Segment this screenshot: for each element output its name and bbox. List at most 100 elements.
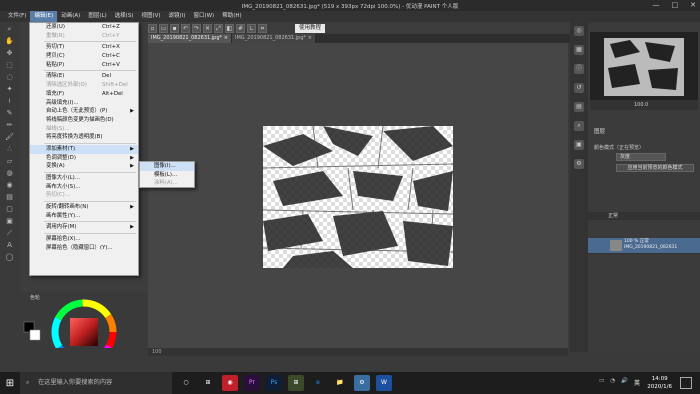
task-view-icon[interactable]: ⊞ [200,375,216,391]
edit-menu-item[interactable]: 画布大小(S)... [30,183,138,192]
apply-preview-button[interactable]: 应用当前预览的颜色模式 [616,164,694,172]
clear-icon[interactable]: ✕ [203,23,212,33]
blend-mode-select[interactable]: 灰度 [616,153,666,161]
edit-menu-item[interactable]: 拷贝(C) Ctrl+C [30,52,138,61]
close-button[interactable]: ✕ [690,1,696,9]
folder-icon[interactable]: 📁 [332,375,348,391]
search-layer-icon[interactable]: ⌕ [574,121,584,131]
wand-tool-icon[interactable]: ✦ [5,85,14,94]
lasso-tool-icon[interactable]: ◌ [5,73,14,82]
pencil-tool-icon[interactable]: ✏ [5,121,14,130]
airbrush-tool-icon[interactable]: ∴ [5,145,14,154]
eraser-tool-icon[interactable]: ▱ [5,157,14,166]
balloon-tool-icon[interactable]: ◯ [5,253,14,262]
edit-menu-item[interactable]: 调用内存(M) ▶ [30,223,138,232]
brush-tool-icon[interactable]: 🖌 [5,133,14,142]
close-icon[interactable]: × [308,34,312,43]
edit-menu-item[interactable]: 高级填充(I)... [30,99,138,108]
ruler-icon[interactable]: ∟ [247,23,256,33]
open-file-icon[interactable]: ▭ [159,23,168,33]
edit-menu-item[interactable]: 将亮度转换为透明度(B) [30,133,138,142]
edit-menu-item[interactable]: 画布属性(Y)... [30,212,138,221]
tab-document-1[interactable]: IMG_20190821_082631.jpg* × [148,34,232,43]
menu-layer[interactable]: 图层(L) [84,11,110,22]
navigator-zoom-bar[interactable]: 100.0 [590,100,698,110]
menu-window[interactable]: 窗口(W) [189,11,218,22]
eyedropper-tool-icon[interactable]: ⍿ [5,97,14,106]
submenu-item-template[interactable]: 模板(L)... [140,171,194,180]
edit-menu-item[interactable]: 屏幕拾色(X)... [30,235,138,244]
menu-filter[interactable]: 滤镜(I) [165,11,190,22]
grid-icon[interactable]: # [236,23,245,33]
menu-select[interactable]: 选择(S) [111,11,138,22]
edit-menu-item[interactable]: 剪切(T) Ctrl+X [30,43,138,52]
new-file-icon[interactable]: ▫ [148,23,157,33]
layers-icon[interactable]: ▣ [574,140,584,150]
gear-icon[interactable]: ⚙ [574,159,584,169]
paint-app-icon[interactable]: ⚙ [354,375,370,391]
edit-menu-item[interactable]: 图像大小(L)... [30,174,138,183]
canvas-image[interactable] [263,126,453,268]
select-tool-icon[interactable]: ⬚ [5,61,14,70]
minimize-button[interactable]: — [653,1,660,9]
battery-icon[interactable]: ▭ [599,378,604,384]
menu-file[interactable]: 文件(F) [4,11,30,22]
save-icon[interactable]: ▪ [170,23,179,33]
edit-menu-item[interactable]: 变换(A) ▶ [30,162,138,171]
fill-tool-icon[interactable]: ◉ [5,181,14,190]
snap-icon[interactable]: ⌗ [258,23,267,33]
windows-start-icon[interactable]: ⊞ [0,372,20,394]
navigator-preview[interactable] [590,32,698,100]
menu-edit[interactable]: 编辑(E) [30,11,58,22]
history-icon[interactable]: ↺ [574,83,584,93]
pen-tool-icon[interactable]: ✎ [5,109,14,118]
close-icon[interactable]: × [224,34,228,43]
figure-tool-icon[interactable]: ▢ [5,205,14,214]
navigator-icon[interactable]: ◎ [574,26,584,36]
ruler-tool-icon[interactable]: ⟋ [5,229,14,238]
app-green-icon[interactable]: ⊞ [288,375,304,391]
color-wheel-tab[interactable]: 色轮 [30,294,40,301]
text-tool-icon[interactable]: A [5,241,14,250]
premiere-icon[interactable]: Pr [244,375,260,391]
edit-menu-item[interactable]: 粘贴(P) Ctrl+V [30,61,138,70]
zoom-tool-icon[interactable]: ⌕ [5,25,14,34]
hand-tool-icon[interactable]: ✋ [5,37,14,46]
menu-animation[interactable]: 动画(A) [57,11,84,22]
menu-help[interactable]: 帮助(H) [218,11,245,22]
clock[interactable]: 14:09 2020/1/6 [647,375,672,391]
undo-icon[interactable]: ↶ [181,23,190,33]
layer-row[interactable]: 100 % 正常 IMG_20190821_082631 [588,238,700,254]
volume-icon[interactable]: 🔊 [621,378,628,384]
app-red-icon[interactable]: ◉ [222,375,238,391]
frame-tool-icon[interactable]: ▣ [5,217,14,226]
fill-icon[interactable]: ◧ [225,23,234,33]
edit-menu-item[interactable]: 还原(U) Ctrl+Z [30,23,138,32]
edit-menu-item[interactable]: 填充(F) Alt+Del [30,90,138,99]
redo-icon[interactable]: ↷ [192,23,201,33]
photoshop-icon[interactable]: Ps [266,375,282,391]
edit-menu-item[interactable]: 将线稿颜色变更为描画色(D) [30,116,138,125]
edit-menu-item[interactable]: 自动上色（无此预览）(P) ▶ [30,107,138,116]
tutorial-button[interactable]: 使用教程 [295,23,326,33]
move-tool-icon[interactable]: ✥ [5,49,14,58]
notification-icon[interactable] [680,377,692,389]
edit-menu-item[interactable]: 色调调整(D) ▶ [30,154,138,163]
edit-menu-item[interactable]: 清除(E) Del [30,72,138,81]
transform-icon[interactable]: ⤢ [214,23,223,33]
edit-menu-item[interactable]: 屏幕拾色（隐藏窗口）(Y)... [30,244,138,253]
word-icon[interactable]: W [376,375,392,391]
tab-document-2[interactable]: IMG_20190821_082631.jpg* × [232,34,316,43]
blend-tool-icon[interactable]: ◍ [5,169,14,178]
info-icon[interactable]: ⓘ [574,64,584,74]
material-icon[interactable]: ▤ [574,102,584,112]
edit-menu-item[interactable]: 添加素材(T) ▶ [30,144,138,154]
maximize-button[interactable]: □ [672,1,679,9]
layer-property-icon[interactable]: ▦ [574,45,584,55]
input-language[interactable]: 英 [634,378,640,387]
menu-view[interactable]: 视图(V) [137,11,164,22]
cortana-icon[interactable]: ○ [178,375,194,391]
edge-icon[interactable]: e [310,375,326,391]
network-icon[interactable]: ◔ [610,378,615,384]
edit-menu-item[interactable]: 旋转/翻转画布(N) ▶ [30,203,138,212]
